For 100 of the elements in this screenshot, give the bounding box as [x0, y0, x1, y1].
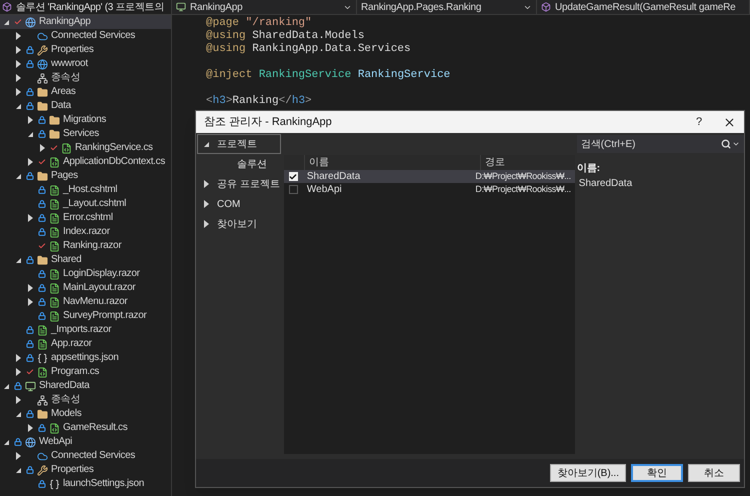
collapsed-triangle-icon[interactable]	[16, 74, 21, 82]
tree-item[interactable]: 종속성	[0, 71, 171, 85]
collapsed-triangle-icon[interactable]	[16, 396, 21, 404]
search-field[interactable]: 검색(Ctrl+E)	[576, 135, 717, 153]
code-line: @inject RankingService RankingService	[206, 69, 450, 82]
folder-icon	[49, 128, 60, 140]
dependencies-icon	[37, 72, 48, 84]
tree-item[interactable]: GameResult.cs	[0, 421, 171, 435]
collapsed-triangle-icon[interactable]	[28, 424, 33, 432]
folder-icon	[37, 408, 48, 420]
tree-item[interactable]: 종속성	[0, 393, 171, 407]
expanded-triangle-icon[interactable]	[16, 174, 21, 178]
solution-icon	[2, 2, 12, 12]
tree-item-label: Program.cs	[51, 365, 100, 379]
tree-item-label: 종속성	[51, 393, 80, 407]
collapsed-triangle-icon[interactable]	[40, 144, 45, 152]
detail-value: SharedData	[578, 177, 634, 191]
expanded-triangle-icon[interactable]	[4, 440, 9, 444]
tree-item[interactable]: RankingService.cs	[0, 141, 171, 155]
tree-item[interactable]: _Layout.cshtml	[0, 197, 171, 211]
expanded-triangle-icon[interactable]	[4, 384, 9, 388]
globe-icon	[37, 58, 48, 70]
tree-item-label: Connected Services	[51, 449, 136, 463]
collapsed-triangle-icon[interactable]	[16, 354, 21, 362]
tree-item[interactable]: NavMenu.razor	[0, 295, 171, 309]
tree-item[interactable]: Shared	[0, 253, 171, 267]
reference-row[interactable]: SharedData D:₩Project₩Rookiss₩...	[284, 170, 575, 183]
expanded-triangle-icon[interactable]	[16, 258, 21, 262]
category-item[interactable]: 공유 프로젝트	[197, 174, 281, 194]
navigation-dropdown[interactable]: RankingApp.Pages.Ranking	[357, 0, 537, 14]
dialog-button[interactable]: 취소	[688, 464, 740, 482]
expanded-triangle-icon[interactable]	[204, 142, 209, 146]
collapsed-triangle-icon[interactable]	[204, 220, 209, 228]
expanded-triangle-icon[interactable]	[4, 20, 9, 24]
library-project-icon	[25, 380, 36, 392]
dialog-button[interactable]: 찾아보기(B)...	[550, 464, 626, 482]
category-item[interactable]: 솔루션	[197, 154, 281, 174]
collapsed-triangle-icon[interactable]	[16, 32, 21, 40]
collapsed-triangle-icon[interactable]	[16, 46, 21, 54]
tree-item[interactable]: Pages	[0, 169, 171, 183]
tree-item[interactable]: _Host.cshtml	[0, 183, 171, 197]
collapsed-triangle-icon[interactable]	[204, 200, 209, 208]
tree-item[interactable]: wwwroot	[0, 57, 171, 71]
collapsed-triangle-icon[interactable]	[16, 60, 21, 68]
collapsed-triangle-icon[interactable]	[16, 452, 21, 460]
tree-item[interactable]: Data	[0, 99, 171, 113]
tree-item[interactable]: Index.razor	[0, 225, 171, 239]
expanded-triangle-icon[interactable]	[16, 468, 21, 472]
search-button[interactable]	[716, 135, 744, 153]
tree-item-label: Data	[51, 99, 71, 113]
tree-item[interactable]: App.razor	[0, 337, 171, 351]
collapsed-triangle-icon[interactable]	[28, 284, 33, 292]
tree-item[interactable]: Connected Services	[0, 29, 171, 43]
tree-item[interactable]: launchSettings.json	[0, 477, 171, 491]
collapsed-triangle-icon[interactable]	[204, 180, 209, 188]
tree-item[interactable]: Migrations	[0, 113, 171, 127]
collapsed-triangle-icon[interactable]	[28, 214, 33, 222]
help-button[interactable]: ?	[689, 114, 709, 130]
expanded-triangle-icon[interactable]	[28, 132, 33, 136]
dialog-button[interactable]: 확인	[631, 464, 683, 482]
tree-item[interactable]: _Imports.razor	[0, 323, 171, 337]
navigation-dropdown[interactable]: UpdateGameResult(GameResult gameRe	[537, 0, 750, 14]
tree-item[interactable]: SurveyPrompt.razor	[0, 309, 171, 323]
tree-item[interactable]: WebApi	[0, 435, 171, 449]
tree-item[interactable]: MainLayout.razor	[0, 281, 171, 295]
tree-item[interactable]: appsettings.json	[0, 351, 171, 365]
collapsed-triangle-icon[interactable]	[28, 158, 33, 166]
checkbox[interactable]	[288, 185, 298, 194]
category-item[interactable]: COM	[197, 194, 281, 214]
tree-item[interactable]: LoginDisplay.razor	[0, 267, 171, 281]
close-icon[interactable]	[723, 116, 736, 128]
tree-item[interactable]: Program.cs	[0, 365, 171, 379]
tree-item[interactable]: Ranking.razor	[0, 239, 171, 253]
tree-item[interactable]: Models	[0, 407, 171, 421]
collapsed-triangle-icon[interactable]	[28, 298, 33, 306]
tree-item[interactable]: RankingApp	[0, 15, 171, 29]
tree-item[interactable]: ApplicationDbContext.cs	[0, 155, 171, 169]
tree-item[interactable]: Areas	[0, 85, 171, 99]
collapsed-triangle-icon[interactable]	[16, 88, 21, 96]
tree-item[interactable]: Error.cshtml	[0, 211, 171, 225]
category-item[interactable]: 찾아보기	[197, 214, 281, 234]
page-file-icon	[49, 240, 60, 252]
checkbox[interactable]	[288, 172, 298, 181]
expanded-triangle-icon[interactable]	[16, 412, 21, 416]
collapsed-triangle-icon[interactable]	[16, 368, 21, 376]
tree-item[interactable]: Properties	[0, 43, 171, 57]
folder-icon	[37, 100, 48, 112]
tree-item-label: Properties	[51, 43, 94, 57]
tree-item[interactable]: SharedData	[0, 379, 171, 393]
tree-item-label: Error.cshtml	[63, 211, 113, 225]
expanded-triangle-icon[interactable]	[16, 104, 21, 108]
tree-item[interactable]: Services	[0, 127, 171, 141]
page-file-icon	[49, 268, 60, 280]
category-item[interactable]: 프로젝트	[197, 134, 281, 154]
tree-item[interactable]: Connected Services	[0, 449, 171, 463]
reference-row[interactable]: WebApi D:₩Project₩Rookiss₩...	[284, 183, 575, 196]
tree-item[interactable]: Properties	[0, 463, 171, 477]
collapsed-triangle-icon[interactable]	[28, 116, 33, 124]
navigation-dropdown[interactable]: RankingApp	[172, 0, 357, 14]
tree-item-label: 종속성	[51, 71, 80, 85]
